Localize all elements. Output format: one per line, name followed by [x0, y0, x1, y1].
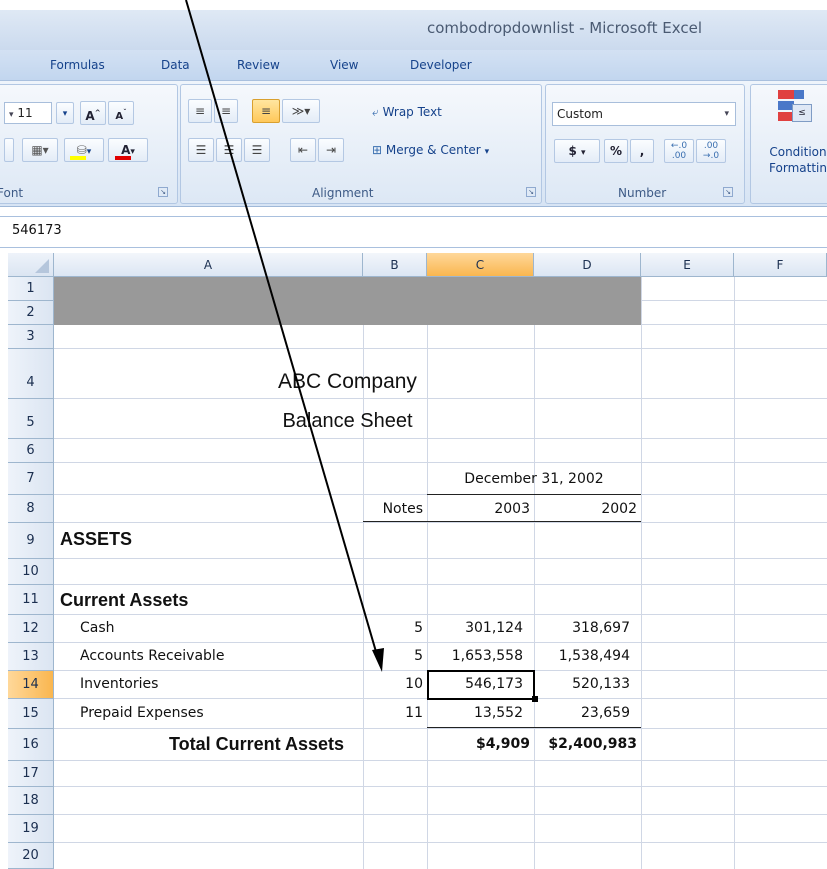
annotation-arrow [185, 0, 384, 672]
arrow-line [185, 0, 380, 663]
arrow-head [372, 648, 384, 672]
